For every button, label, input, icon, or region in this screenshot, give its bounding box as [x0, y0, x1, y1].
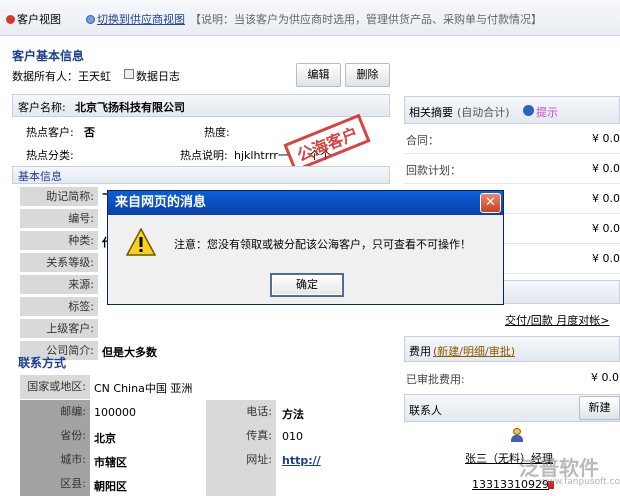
ok-button[interactable]: 确定	[271, 274, 343, 296]
section-title-basic: 客户基本信息	[12, 49, 85, 63]
hot-customer-label: 热点客户:	[26, 126, 74, 139]
info-row: 上级客户:	[12, 319, 390, 341]
info-row: 公司简介: 但是大多数	[12, 341, 390, 363]
top-tab-bar: 客户视图 切换到供应商视图 【说明：当该客户为供应商时选用，管理供货产品、采购单…	[0, 0, 620, 36]
fee-bar: 费用 (新建/明细/审批)	[404, 336, 620, 362]
dialog-title: 来自网页的消息	[108, 191, 503, 215]
contact-row: 城市: 市辖区 网址: http://	[20, 448, 390, 472]
log-icon	[124, 69, 134, 79]
contact-row: 邮编: 100000 电话: 方法	[20, 400, 390, 424]
new-contact-button[interactable]: 新建	[579, 396, 620, 420]
hot-customer-value: 否	[84, 126, 95, 139]
dialog-message: 注意：您没有领取或被分配该公海客户，只可查看不可操作！	[174, 238, 471, 251]
watermark-url: www.fanpusoft.com	[540, 477, 620, 487]
summary-header: 相关摘要 (自动合计) 提示	[404, 96, 620, 124]
summary-row: 合同： ¥ 0.0	[404, 124, 620, 154]
hint-link[interactable]: 提示	[536, 104, 558, 120]
customer-name-bar: 客户名称: 北京飞扬科技有限公司	[12, 94, 390, 117]
switch-icon	[86, 15, 95, 24]
section-title-contact: 联系方式	[18, 356, 67, 370]
contact-row: 省份: 北京 传真: 010	[20, 424, 390, 448]
close-icon[interactable]: ✕	[480, 193, 501, 213]
contact-row: 区县: 朝阳区	[20, 472, 390, 496]
contact-person-icon	[511, 428, 523, 442]
warning-icon	[125, 227, 157, 256]
data-log-link[interactable]: 数据日志	[136, 68, 180, 84]
approved-fee-value: ¥ 0.0	[591, 371, 619, 384]
country-value: CN China中国 亚洲	[94, 382, 193, 395]
approved-fee-label: 已审批费用:	[406, 373, 465, 386]
delete-button[interactable]: 删除	[345, 63, 390, 87]
delivery-links[interactable]: 交付/回款 月度对帐>	[505, 312, 609, 328]
customer-view-icon	[6, 15, 15, 24]
hot-desc-label: 热点说明:	[180, 149, 228, 162]
alert-dialog: 来自网页的消息 ✕ 注意：您没有领取或被分配该公海客户，只可查看不可操作！ 确定	[107, 190, 504, 305]
customer-name: 北京飞扬科技有限公司	[75, 101, 185, 114]
public-customer-stamp: 公海客户	[283, 113, 371, 173]
basic-info-bar: 基本信息	[12, 166, 390, 184]
data-owner: 数据所有人：王天虹	[12, 70, 111, 83]
info-icon	[523, 105, 534, 116]
hot-category-label: 热点分类:	[26, 149, 74, 162]
summary-row: 回款计划： ¥ 0.0	[404, 154, 620, 184]
hot-desc-value: hjklhtrrr一	[234, 149, 289, 162]
heat-label: 热度:	[204, 126, 230, 139]
tab-note: 【说明：当该客户为供应商时选用，管理供货产品、采购单与付款情况】	[190, 13, 542, 26]
country-label: 国家或地区:	[20, 375, 90, 399]
edit-button[interactable]: 编辑	[296, 63, 341, 87]
fee-links[interactable]: (新建/明细/审批)	[433, 343, 515, 359]
tab-customer-view[interactable]: 客户视图	[6, 11, 61, 27]
contact-table: 邮编: 100000 电话: 方法 省份: 北京 传真: 010 城市: 市辖区…	[20, 400, 390, 496]
tab-switch-supplier[interactable]: 切换到供应商视图	[86, 11, 185, 27]
website-link[interactable]: http://	[282, 454, 321, 467]
